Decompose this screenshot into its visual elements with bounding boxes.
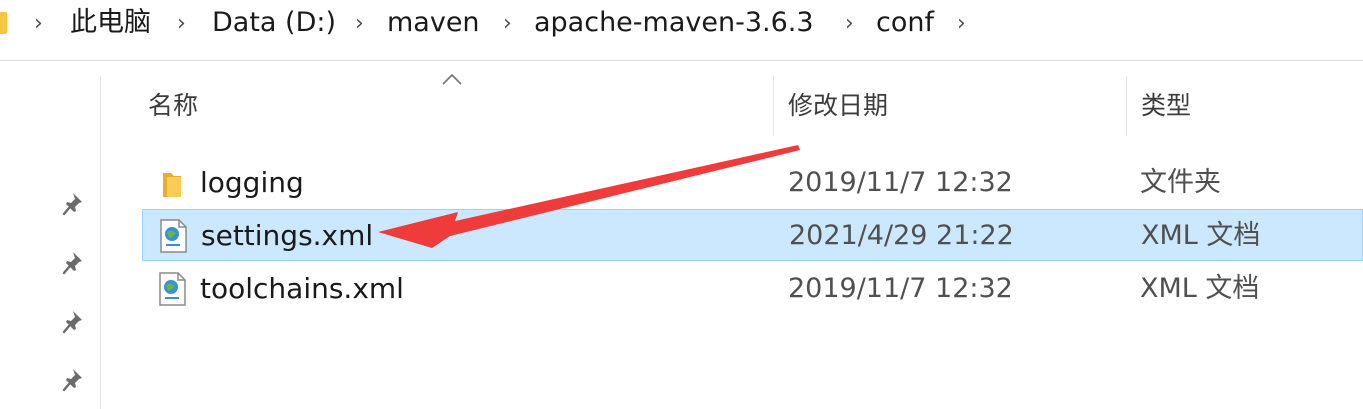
chevron-right-icon[interactable]: › xyxy=(957,7,966,41)
breadcrumb-data-drive[interactable]: Data (D:) xyxy=(212,6,336,40)
breadcrumb-this-pc[interactable]: 此电脑 xyxy=(70,6,151,40)
file-modified-date: 2019/11/7 12:32 xyxy=(788,273,1013,304)
address-bar-divider xyxy=(0,60,1363,61)
pin-icon[interactable] xyxy=(60,308,88,336)
file-row-settings-xml[interactable]: settings.xml 2021/4/29 21:22 XML 文档 xyxy=(142,209,1363,261)
column-divider[interactable] xyxy=(1126,76,1127,136)
file-row-logging[interactable]: logging 2019/11/7 12:32 文件夹 xyxy=(142,157,1363,209)
breadcrumb-maven[interactable]: maven xyxy=(387,6,480,40)
chevron-right-icon[interactable]: › xyxy=(177,7,186,41)
column-header-name[interactable]: 名称 xyxy=(148,88,198,124)
folder-icon xyxy=(0,12,7,34)
pin-icon[interactable] xyxy=(60,366,88,394)
column-divider[interactable] xyxy=(773,76,774,136)
file-type: XML 文档 xyxy=(1141,220,1261,251)
folder-icon xyxy=(163,173,181,197)
breadcrumb-apache-maven[interactable]: apache-maven-3.6.3 xyxy=(534,6,814,40)
chevron-right-icon[interactable]: › xyxy=(34,7,43,41)
file-modified-date: 2019/11/7 12:32 xyxy=(788,167,1013,198)
navigation-pane-divider[interactable] xyxy=(100,76,101,409)
file-type: XML 文档 xyxy=(1140,273,1260,304)
xml-document-icon xyxy=(159,272,186,306)
file-row-toolchains-xml[interactable]: toolchains.xml 2019/11/7 12:32 XML 文档 xyxy=(142,263,1363,315)
xml-document-icon xyxy=(160,219,187,253)
file-modified-date: 2021/4/29 21:22 xyxy=(789,220,1014,251)
sort-ascending-icon xyxy=(442,73,462,85)
column-header-type[interactable]: 类型 xyxy=(1141,88,1191,124)
address-bar[interactable]: › 此电脑 › Data (D:) › maven › apache-maven… xyxy=(0,0,1363,48)
column-header-modified[interactable]: 修改日期 xyxy=(788,88,888,124)
breadcrumb-conf[interactable]: conf xyxy=(876,6,934,40)
file-name: logging xyxy=(200,166,304,199)
pin-icon[interactable] xyxy=(60,249,88,277)
chevron-right-icon[interactable]: › xyxy=(355,7,364,41)
file-type: 文件夹 xyxy=(1140,167,1221,198)
chevron-right-icon[interactable]: › xyxy=(845,7,854,41)
pin-icon[interactable] xyxy=(60,190,88,218)
file-name: settings.xml xyxy=(201,219,374,252)
chevron-right-icon[interactable]: › xyxy=(503,7,512,41)
file-name: toolchains.xml xyxy=(200,272,404,305)
